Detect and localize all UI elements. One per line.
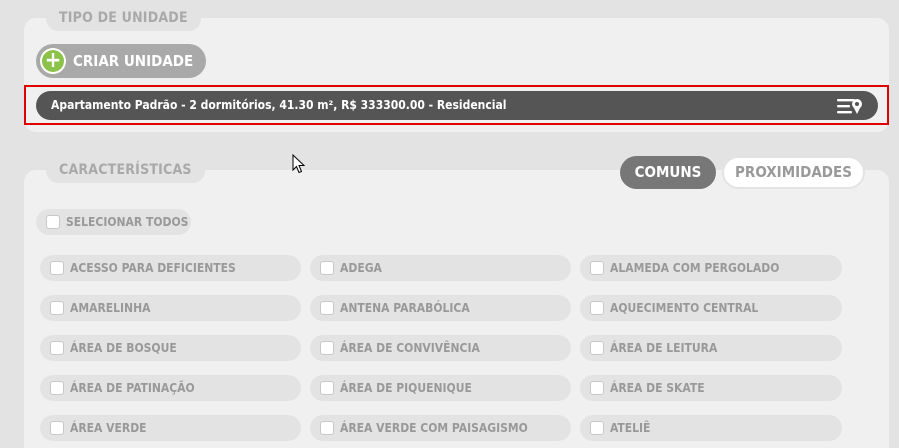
feature-label: ÁREA DE SKATE <box>610 381 705 395</box>
checkbox-box[interactable] <box>320 381 334 395</box>
checkbox-box[interactable] <box>320 341 334 355</box>
feature-checkbox[interactable]: ÁREA DE CONVIVÊNCIA <box>310 335 571 361</box>
checkbox-box[interactable] <box>50 381 64 395</box>
select-all-checkbox[interactable]: SELECIONAR TODOS <box>36 209 191 235</box>
checkbox-box[interactable] <box>590 421 604 435</box>
feature-checkbox[interactable]: ÁREA VERDE <box>40 415 301 441</box>
selection-highlight <box>24 85 889 125</box>
feature-label: ÁREA VERDE COM PAISAGISMO <box>340 421 528 435</box>
checkbox-box[interactable] <box>590 301 604 315</box>
feature-checkbox[interactable]: ANTENA PARABÓLICA <box>310 295 571 321</box>
feature-checkbox[interactable]: ALAMEDA COM PERGOLADO <box>580 255 842 281</box>
create-unit-button[interactable]: + CRIAR UNIDADE <box>36 44 207 78</box>
checkbox-box[interactable] <box>590 341 604 355</box>
feature-checkbox[interactable]: ÁREA DE PATINAÇÃO <box>40 375 301 401</box>
tab-comuns[interactable]: COMUNS <box>620 156 716 189</box>
unit-type-legend: TIPO DE UNIDADE <box>46 5 201 31</box>
checkbox-box[interactable] <box>50 261 64 275</box>
select-all-label: SELECIONAR TODOS <box>66 215 189 229</box>
feature-checkbox[interactable]: ATELIÊ <box>580 415 842 441</box>
plus-icon: + <box>40 48 66 74</box>
feature-label: ANTENA PARABÓLICA <box>340 301 470 315</box>
feature-label: AQUECIMENTO CENTRAL <box>610 301 759 315</box>
feature-label: AMARELINHA <box>70 301 151 315</box>
checkbox-box[interactable] <box>50 341 64 355</box>
checkbox-box[interactable] <box>50 301 64 315</box>
feature-checkbox[interactable]: ÁREA VERDE COM PAISAGISMO <box>310 415 571 441</box>
feature-label: ÁREA DE LEITURA <box>610 341 718 355</box>
checkbox-box[interactable] <box>590 261 604 275</box>
feature-label: ALAMEDA COM PERGOLADO <box>610 261 780 275</box>
create-unit-label: CRIAR UNIDADE <box>73 52 194 70</box>
feature-label: ACESSO PARA DEFICIENTES <box>70 261 236 275</box>
checkbox-box[interactable] <box>590 381 604 395</box>
checkbox-box[interactable] <box>320 301 334 315</box>
checkbox-box[interactable] <box>46 215 60 229</box>
tab-proximidades[interactable]: PROXIMIDADES <box>722 156 865 189</box>
feature-label: ÁREA VERDE <box>70 421 147 435</box>
feature-label: ÁREA DE BOSQUE <box>70 341 177 355</box>
mouse-cursor-icon <box>292 154 306 174</box>
feature-label: ÁREA DE PIQUENIQUE <box>340 381 472 395</box>
feature-checkbox[interactable]: ÁREA DE LEITURA <box>580 335 842 361</box>
checkbox-box[interactable] <box>320 261 334 275</box>
feature-label: ÁREA DE CONVIVÊNCIA <box>340 341 480 355</box>
feature-checkbox[interactable]: ÁREA DE PIQUENIQUE <box>310 375 571 401</box>
feature-checkbox[interactable]: ÁREA DE SKATE <box>580 375 842 401</box>
feature-label: ADEGA <box>340 261 382 275</box>
feature-checkbox[interactable]: ADEGA <box>310 255 571 281</box>
feature-label: ÁREA DE PATINAÇÃO <box>70 381 195 395</box>
feature-checkbox[interactable]: AQUECIMENTO CENTRAL <box>580 295 842 321</box>
checkbox-box[interactable] <box>320 421 334 435</box>
feature-checkbox[interactable]: AMARELINHA <box>40 295 301 321</box>
feature-checkbox[interactable]: ACESSO PARA DEFICIENTES <box>40 255 301 281</box>
features-legend: CARACTERÍSTICAS <box>46 157 205 183</box>
feature-label: ATELIÊ <box>610 421 651 435</box>
feature-checkbox[interactable]: ÁREA DE BOSQUE <box>40 335 301 361</box>
checkbox-box[interactable] <box>50 421 64 435</box>
